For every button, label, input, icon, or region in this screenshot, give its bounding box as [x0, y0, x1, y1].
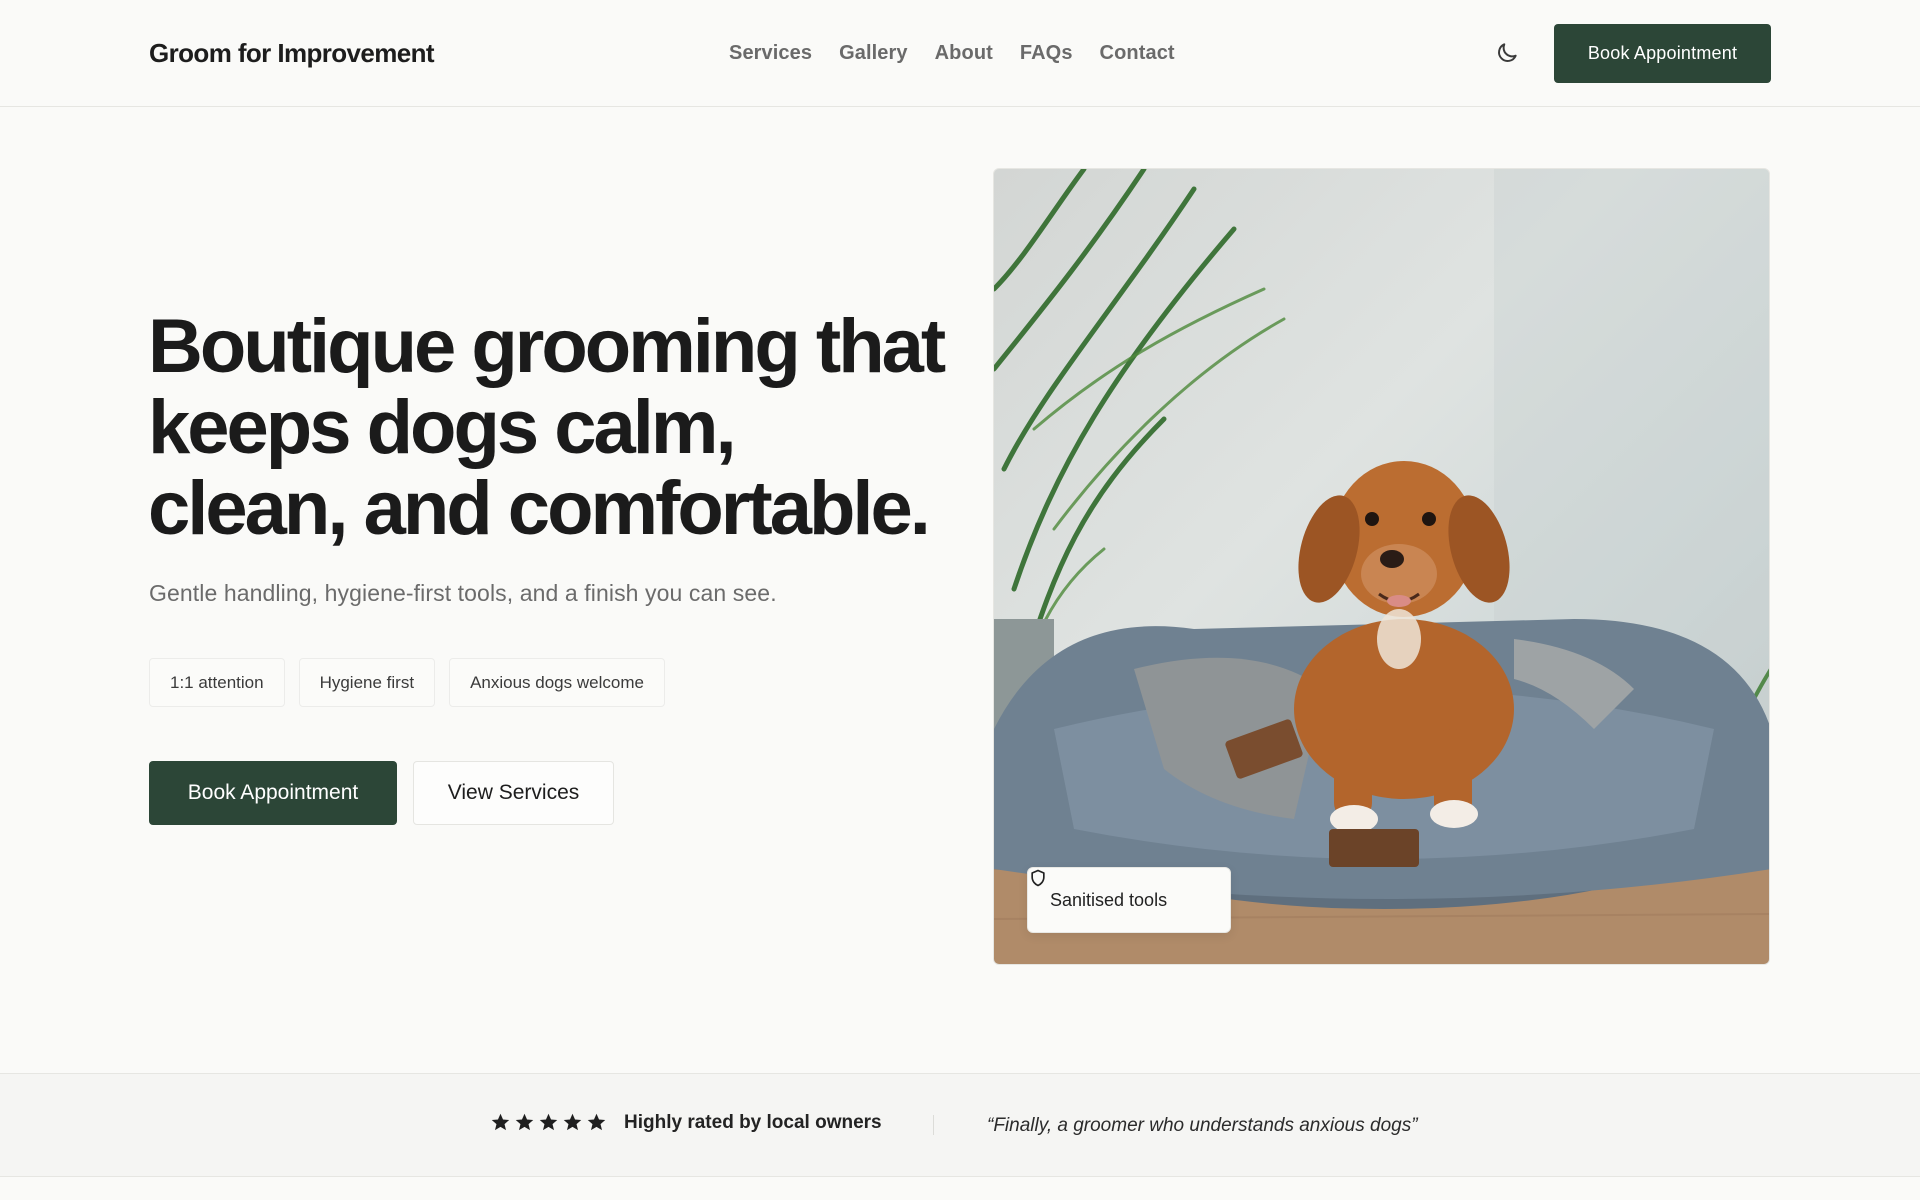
- shield-icon: [1031, 869, 1045, 887]
- chip-anxious-dogs: Anxious dogs welcome: [449, 658, 665, 707]
- moon-icon: [1498, 43, 1517, 62]
- nav-contact[interactable]: Contact: [1100, 42, 1175, 65]
- testimonial-quote: “Finally, a groomer who understands anxi…: [987, 1115, 1418, 1136]
- book-appointment-button[interactable]: Book Appointment: [149, 761, 397, 825]
- nav-gallery[interactable]: Gallery: [839, 42, 908, 65]
- nav-faqs[interactable]: FAQs: [1020, 42, 1073, 65]
- chip-hygiene: Hygiene first: [298, 658, 436, 707]
- hero-subhead: Gentle handling, hygiene-first tools, an…: [149, 580, 777, 606]
- star-icon: [539, 1113, 558, 1131]
- chip-attention: 1:1 attention: [149, 658, 285, 707]
- brand-logo[interactable]: Groom for Improvement: [149, 38, 435, 69]
- hero-cta-row: Book Appointment View Services: [149, 761, 614, 825]
- badge-label: Sanitised tools: [1050, 889, 1168, 910]
- nav-services[interactable]: Services: [729, 42, 812, 65]
- rating-label: Highly rated by local owners: [624, 1112, 882, 1133]
- strip-divider: [933, 1115, 934, 1135]
- feature-chips: 1:1 attention Hygiene first Anxious dogs…: [149, 658, 665, 707]
- header-book-appointment-button[interactable]: Book Appointment: [1554, 24, 1771, 83]
- hero-headline: Boutique grooming that keeps dogs calm, …: [148, 304, 946, 551]
- main-nav: Services Gallery About FAQs Contact: [729, 42, 1175, 65]
- rating-stars: [490, 1112, 607, 1133]
- hero-dog-photo: Sanitised tools: [993, 168, 1770, 965]
- view-services-button[interactable]: View Services: [413, 761, 614, 825]
- star-icon: [515, 1113, 534, 1131]
- sanitised-tools-badge: Sanitised tools: [1027, 867, 1231, 933]
- nav-about[interactable]: About: [935, 42, 993, 65]
- star-icon: [491, 1113, 510, 1131]
- rating-strip: Highly rated by local owners “Finally, a…: [0, 1073, 1920, 1177]
- star-icon: [563, 1113, 582, 1131]
- theme-toggle-button[interactable]: [1492, 38, 1522, 68]
- star-icon: [587, 1113, 606, 1131]
- site-header: Groom for Improvement Services Gallery A…: [0, 0, 1920, 107]
